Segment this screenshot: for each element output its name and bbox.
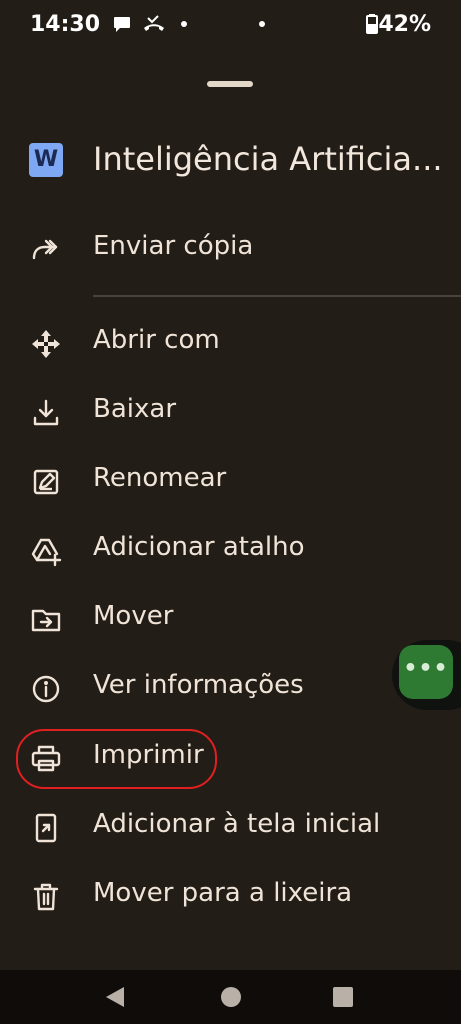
menu-label: Baixar <box>93 394 177 424</box>
recents-icon[interactable] <box>333 987 353 1007</box>
battery-percent: 42% <box>378 12 431 37</box>
add-shortcut-icon <box>30 535 62 567</box>
notification-dot-icon <box>181 21 187 27</box>
word-file-icon: W <box>29 143 63 177</box>
bottom-sheet-screen: 14:30 42% W Inteligência Artificia... En… <box>0 0 461 1024</box>
menu-item-add-shortcut[interactable]: Adicionar atalho <box>0 522 461 580</box>
menu-label: Adicionar atalho <box>93 532 305 562</box>
menu-label: Adicionar à tela inicial <box>93 809 381 839</box>
status-time: 14:30 <box>30 12 101 37</box>
menu-item-trash[interactable]: Mover para a lixeira <box>0 868 461 926</box>
menu-item-open-with[interactable]: Abrir com <box>0 315 461 373</box>
back-icon[interactable] <box>106 987 124 1007</box>
menu-label: Mover para a lixeira <box>93 878 353 908</box>
info-icon <box>30 673 62 705</box>
menu-item-rename[interactable]: Renomear <box>0 453 461 511</box>
menu-label: Mover <box>93 601 174 631</box>
move-to-folder-icon <box>30 604 62 636</box>
drag-handle[interactable] <box>207 81 253 87</box>
menu-divider <box>93 295 461 297</box>
add-to-home-screen-icon <box>30 812 62 844</box>
menu-label: Enviar cópia <box>93 231 254 261</box>
trash-icon <box>30 881 62 913</box>
home-icon[interactable] <box>221 987 241 1007</box>
status-bar: 14:30 42% <box>0 0 461 52</box>
open-with-icon <box>30 328 62 360</box>
menu-item-move[interactable]: Mover <box>0 591 461 649</box>
menu-item-add-to-home-screen[interactable]: Adicionar à tela inicial <box>0 799 461 857</box>
battery-icon <box>366 14 378 34</box>
notification-dot-icon <box>259 21 265 27</box>
menu-label: Abrir com <box>93 325 220 355</box>
menu-label: Renomear <box>93 463 227 493</box>
file-title: Inteligência Artificia... <box>93 140 443 178</box>
download-icon <box>30 397 62 429</box>
menu-label: Ver informações <box>93 670 304 700</box>
menu-item-download[interactable]: Baixar <box>0 384 461 442</box>
chat-bubble-icon <box>112 14 132 34</box>
send-copy-icon <box>30 234 62 266</box>
menu-item-send-copy[interactable]: Enviar cópia <box>0 221 461 279</box>
highlight-annotation <box>16 729 217 789</box>
floating-bubble-button[interactable]: ••• <box>399 645 453 699</box>
rename-icon <box>30 466 62 498</box>
missed-call-icon <box>142 14 166 36</box>
